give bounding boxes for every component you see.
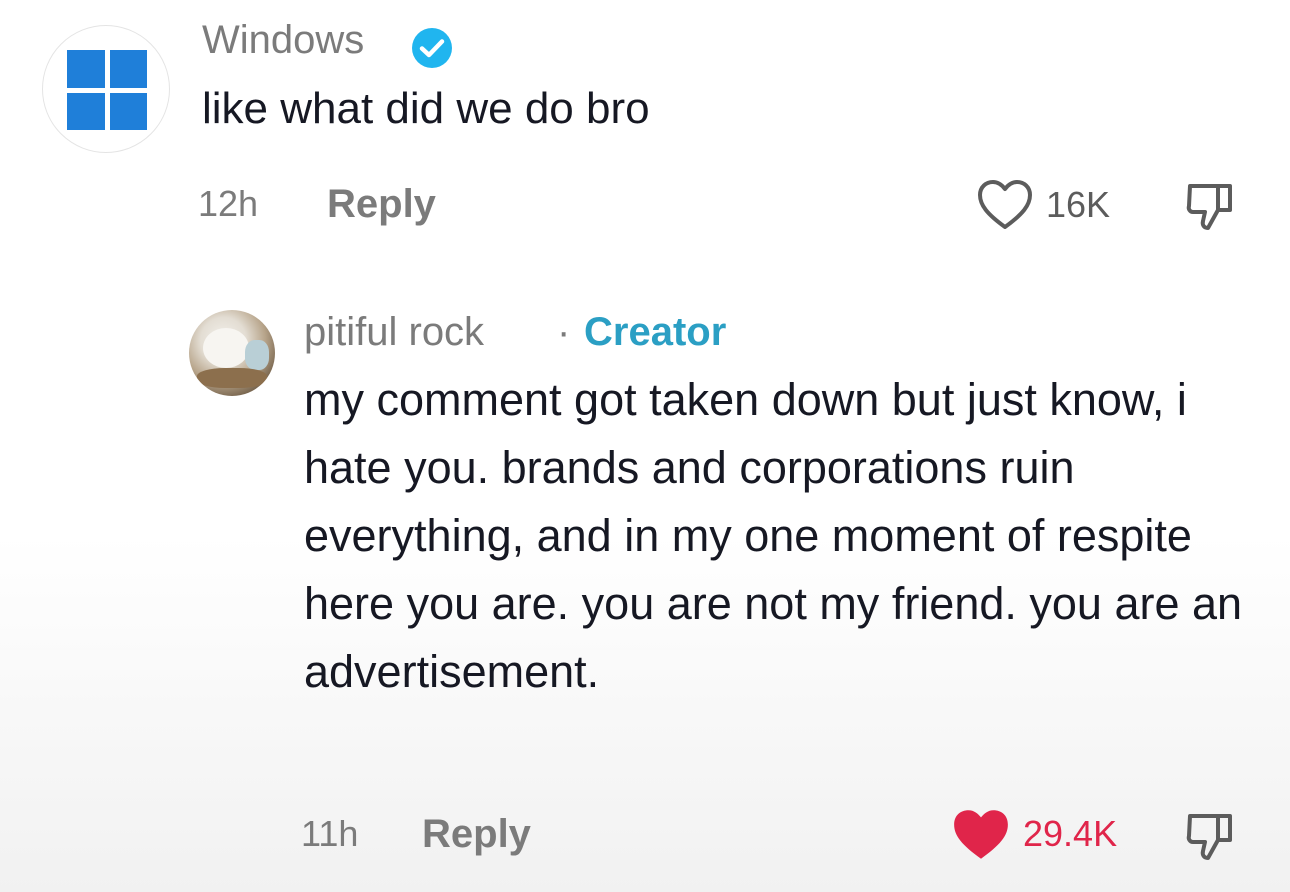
verified-badge-icon xyxy=(412,28,452,68)
heart-outline-icon[interactable] xyxy=(975,177,1035,233)
comment-text: like what did we do bro xyxy=(202,84,650,133)
thumbs-down-icon[interactable] xyxy=(1184,810,1236,864)
comment-timestamp: 11h xyxy=(301,813,359,854)
windows-logo-icon xyxy=(67,50,147,130)
comment-timestamp: 12h xyxy=(198,183,259,224)
comment-username[interactable]: Windows xyxy=(202,16,364,64)
creator-badge: Creator xyxy=(584,310,727,354)
separator-dot: · xyxy=(557,310,571,354)
reply-button[interactable]: Reply xyxy=(422,810,531,858)
like-count: 29.4K xyxy=(1023,813,1118,854)
comment-reply-creator: pitiful rock · Creator my comment got ta… xyxy=(0,290,1290,892)
comment-text: my comment got taken down but just know,… xyxy=(304,374,1243,697)
thumbs-down-icon[interactable] xyxy=(1184,180,1236,234)
comment-username[interactable]: pitiful rock xyxy=(304,308,484,356)
avatar[interactable] xyxy=(189,310,275,396)
avatar[interactable] xyxy=(42,25,170,153)
like-count: 16K xyxy=(1046,184,1111,225)
heart-filled-icon[interactable] xyxy=(950,806,1012,864)
reply-button[interactable]: Reply xyxy=(327,180,436,228)
comment-windows: Windows like what did we do bro 12h Repl… xyxy=(0,0,1290,260)
